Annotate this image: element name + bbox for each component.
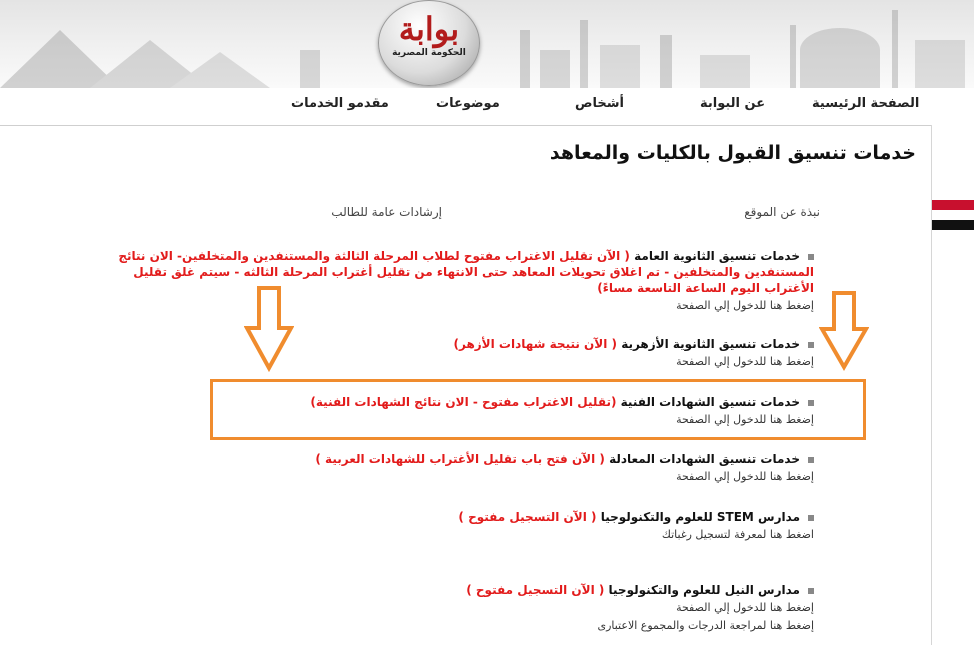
entry-title: مدارس STEM للعلوم والتكنولوجيا ( الآن ال…	[194, 509, 814, 525]
entry-link[interactable]: إضغط هنا لمراجعة الدرجات والمجموع الاعتب…	[194, 618, 814, 634]
page-title: خدمات تنسيق القبول بالكليات والمعاهد	[549, 142, 916, 164]
bullet-icon	[808, 456, 814, 463]
nav-item-service-providers[interactable]: مقدمو الخدمات	[291, 96, 389, 111]
entry-link[interactable]: إضغط هنا للدخول إلي الصفحة	[194, 469, 814, 485]
entry-link[interactable]: إضغط هنا للدخول إلي الصفحة	[104, 298, 814, 314]
entry-title: خدمات تنسيق الثانوية العامة ( الآن تقليل…	[104, 248, 814, 296]
nav-item-home[interactable]: الصفحة الرئيسية	[812, 96, 919, 111]
nav-item-about[interactable]: عن البوابة	[700, 96, 765, 111]
nav-item-topics[interactable]: موضوعات	[436, 96, 500, 111]
orange-down-arrow-icon	[819, 291, 869, 371]
entry-title: خدمات تنسيق الشهادات المعادلة ( الآن فتح…	[194, 451, 814, 467]
portal-logo[interactable]: بوابة الحكومة المصرية	[378, 0, 480, 86]
entry-name[interactable]: خدمات تنسيق الثانوية العامة	[634, 249, 800, 263]
entry-link[interactable]: إضغط هنا للدخول إلي الصفحة	[194, 600, 814, 616]
header-banner: بوابة الحكومة المصرية	[0, 0, 974, 88]
orange-down-arrow-icon	[244, 286, 294, 372]
tab-student-guidance[interactable]: إرشادات عامة للطالب	[331, 205, 442, 219]
service-entry-general-secondary: خدمات تنسيق الثانوية العامة ( الآن تقليل…	[104, 248, 814, 314]
entry-title: مدارس النيل للعلوم والتكنولوجيا ( الآن ا…	[194, 582, 814, 598]
orange-highlight-box	[210, 379, 866, 440]
main-nav: الصفحة الرئيسية عن البوابة أشخاص موضوعات…	[0, 88, 974, 126]
logo-subtitle: الحكومة المصرية	[392, 48, 466, 58]
service-entry-stem-schools: مدارس STEM للعلوم والتكنولوجيا ( الآن ال…	[194, 509, 814, 543]
logo-wordmark: بوابة	[398, 10, 460, 48]
entry-link[interactable]: اضغط هنا لمعرفة لتسجيل رغباتك	[194, 527, 814, 543]
entry-name[interactable]: مدارس النيل للعلوم والتكنولوجيا	[609, 583, 800, 597]
skyline-illustration	[0, 10, 965, 88]
entry-status: ( الآن التسجيل مفتوح )	[458, 510, 597, 524]
nav-item-persons[interactable]: أشخاص	[575, 96, 624, 111]
bullet-icon	[808, 341, 814, 348]
bullet-icon	[808, 514, 814, 521]
entry-status: ( الآن التسجيل مفتوح )	[466, 583, 605, 597]
entry-name[interactable]: خدمات تنسيق الشهادات المعادلة	[609, 452, 800, 466]
entry-status: ( الآن نتيجة شهادات الأزهر)	[453, 337, 618, 351]
service-entry-nile-schools: مدارس النيل للعلوم والتكنولوجيا ( الآن ا…	[194, 582, 814, 634]
entry-name[interactable]: خدمات تنسيق الثانوية الأزهرية	[621, 337, 800, 351]
bullet-icon	[808, 253, 814, 260]
bullet-icon	[808, 587, 814, 594]
entry-status: ( الآن فتح باب تقليل الأغتراب للشهادات ا…	[315, 452, 605, 466]
egypt-flag-icon	[932, 200, 974, 230]
tab-about-site[interactable]: نبذة عن الموقع	[744, 205, 820, 219]
service-entry-equivalent-certificates: خدمات تنسيق الشهادات المعادلة ( الآن فتح…	[194, 451, 814, 485]
entry-name[interactable]: مدارس STEM للعلوم والتكنولوجيا	[601, 510, 800, 524]
nav-divider	[0, 125, 932, 126]
